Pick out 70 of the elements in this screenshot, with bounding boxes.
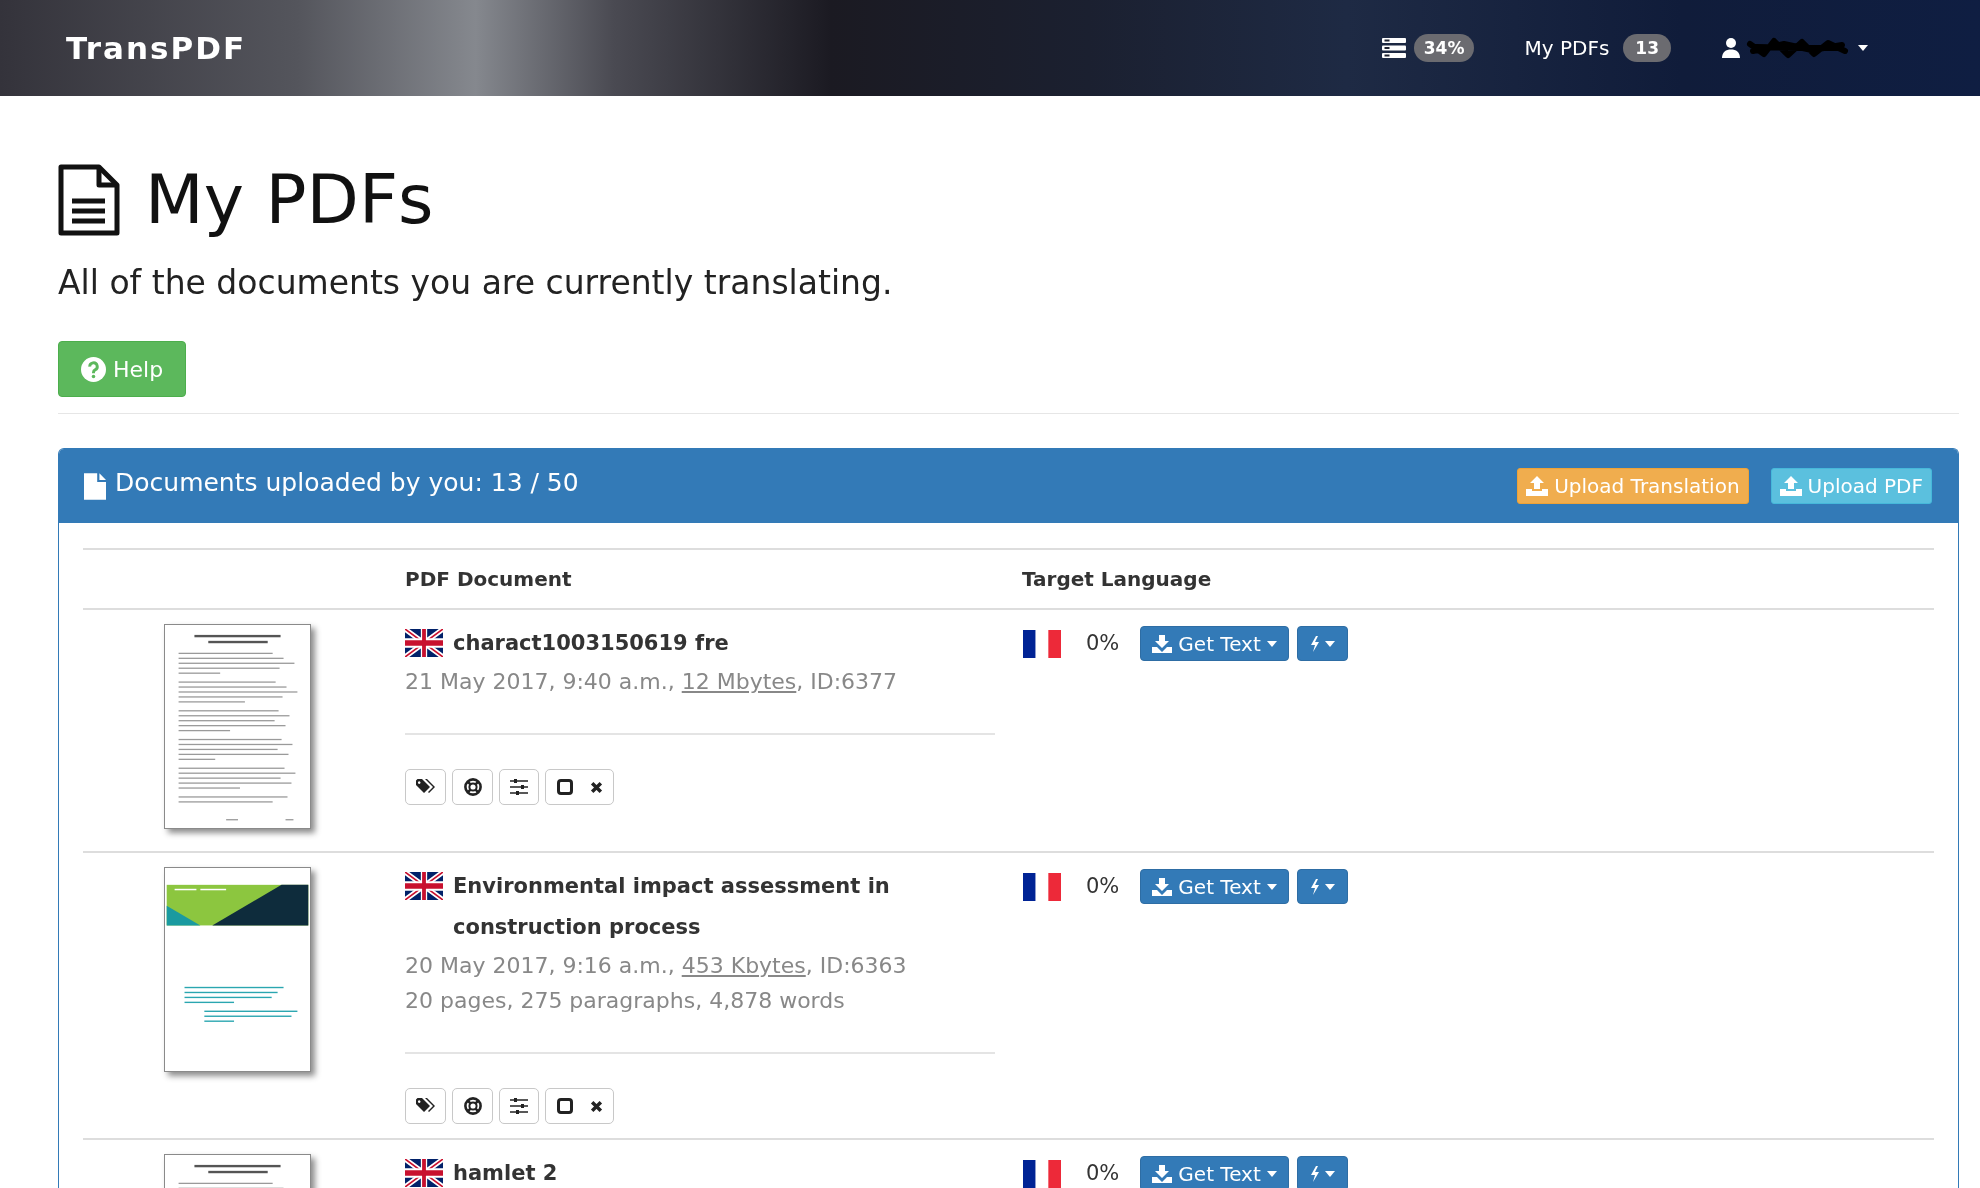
sliders-icon	[510, 779, 528, 795]
get-text-button[interactable]: Get Text	[1140, 1156, 1289, 1188]
france-flag-icon	[1023, 872, 1061, 901]
caret-icon	[1858, 45, 1868, 51]
caret-icon	[1324, 1170, 1335, 1177]
upload-info: 20 May 2017, 9:16 a.m., 453 Kbytes, ID:6363	[405, 952, 907, 980]
tags-button[interactable]	[405, 1088, 446, 1124]
caret-icon	[1324, 883, 1335, 890]
upload-icon	[1526, 476, 1549, 496]
column-header: Target Language	[1022, 567, 1212, 591]
progress-percent: 0%	[1086, 872, 1120, 900]
lifebuoy-button[interactable]	[452, 1088, 493, 1124]
progress-percent: 0%	[1086, 629, 1120, 657]
file-size-link[interactable]: 12 Mbytes	[681, 669, 797, 694]
caret-icon	[1266, 1170, 1277, 1177]
caret-icon	[1266, 640, 1277, 647]
caret-icon	[1266, 883, 1277, 890]
list-icon	[1381, 38, 1406, 58]
file-size-link[interactable]: 453 Kbytes	[681, 953, 806, 978]
help-button[interactable]: Help	[58, 341, 187, 397]
question-circle-icon	[81, 356, 106, 382]
download-icon	[1152, 1164, 1173, 1183]
document-title: hamlet 2	[453, 1160, 558, 1187]
tag-icon	[415, 779, 436, 795]
brand-logo[interactable]: TransPDF	[66, 32, 247, 64]
document-title: Environmental impact assessment in construction process	[453, 873, 891, 941]
bolt-icon	[1309, 1165, 1320, 1182]
tags-button[interactable]	[405, 769, 446, 805]
uk-flag-icon	[405, 629, 443, 657]
quick-action-button[interactable]	[1296, 869, 1348, 904]
download-icon	[1152, 877, 1173, 896]
document-stats: 20 pages, 275 paragraphs, 4,878 words	[405, 987, 845, 1015]
count-badge: 13	[1623, 34, 1671, 62]
upload-icon	[1779, 476, 1802, 496]
file-icon	[84, 472, 106, 500]
tag-icon	[415, 1098, 436, 1114]
user-icon	[1722, 38, 1740, 58]
my-pdfs-link[interactable]: My PDFs 13	[1524, 33, 1671, 63]
sliders-button[interactable]	[499, 1088, 539, 1124]
document-title: charact1003150619 fre	[453, 630, 729, 657]
france-flag-icon	[1023, 629, 1061, 658]
get-text-button[interactable]: Get Text	[1140, 869, 1289, 904]
sliders-button[interactable]	[499, 769, 539, 805]
sliders-icon	[510, 1098, 528, 1114]
lifebuoy-icon	[463, 778, 482, 796]
queue-link[interactable]: 34%	[1381, 34, 1475, 62]
percent-badge: 34%	[1413, 34, 1475, 62]
select-delete-button[interactable]	[545, 1088, 614, 1124]
panel-title: Documents uploaded by you: 13 / 50	[115, 467, 579, 500]
bolt-icon	[1309, 878, 1320, 895]
bolt-icon	[1309, 635, 1320, 652]
lifebuoy-button[interactable]	[452, 769, 493, 805]
get-text-button[interactable]: Get Text	[1140, 626, 1289, 661]
page-subtitle: All of the documents you are currently translating.	[58, 263, 893, 303]
user-menu[interactable]	[1722, 35, 1868, 61]
upload-info: 21 May 2017, 9:40 a.m., 12 Mbytes, ID:6377	[405, 668, 898, 696]
column-header: PDF Document	[405, 567, 572, 591]
quick-action-button[interactable]	[1296, 1156, 1348, 1188]
caret-icon	[1324, 640, 1335, 647]
lifebuoy-icon	[463, 1097, 482, 1115]
document-icon	[58, 164, 120, 236]
close-icon	[589, 1099, 603, 1113]
uk-flag-icon	[405, 1159, 443, 1187]
select-delete-button[interactable]	[545, 769, 614, 805]
download-icon	[1152, 634, 1173, 653]
france-flag-icon	[1023, 1159, 1061, 1188]
uk-flag-icon	[405, 872, 443, 900]
quick-action-button[interactable]	[1296, 626, 1348, 661]
progress-percent: 0%	[1086, 1159, 1120, 1187]
close-icon	[589, 780, 603, 794]
